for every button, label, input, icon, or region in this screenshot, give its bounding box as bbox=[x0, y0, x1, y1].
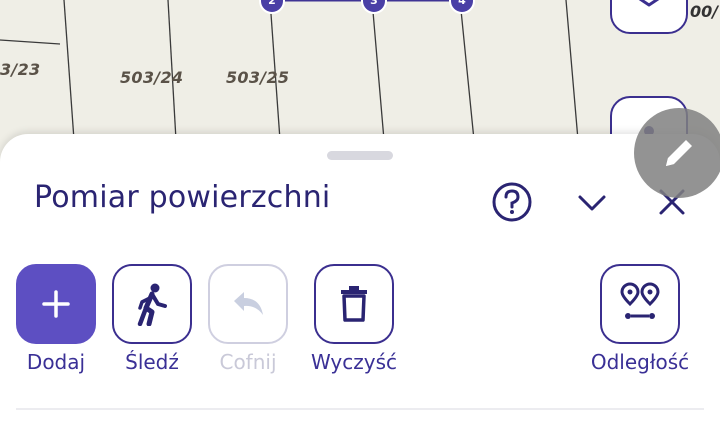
undo-label: Cofnij bbox=[219, 350, 277, 374]
tool-clear[interactable]: Wyczyść bbox=[304, 264, 404, 374]
tool-track[interactable]: Śledź bbox=[102, 264, 202, 374]
clear-button[interactable] bbox=[314, 264, 394, 344]
tool-add[interactable]: Dodaj bbox=[6, 264, 106, 374]
track-label: Śledź bbox=[125, 350, 179, 374]
parcel-label: 3/23 bbox=[0, 60, 41, 79]
parcel-label: 503/25 bbox=[226, 68, 290, 87]
add-label: Dodaj bbox=[26, 350, 86, 374]
route-pins-icon bbox=[620, 282, 660, 319]
parcel-label: 503/24 bbox=[120, 68, 184, 87]
pencil-icon bbox=[666, 140, 692, 166]
collapse-button[interactable] bbox=[568, 178, 616, 226]
layers-icon bbox=[638, 0, 660, 7]
drag-handle[interactable] bbox=[327, 151, 393, 160]
undo-button[interactable] bbox=[208, 264, 288, 344]
trash-icon bbox=[341, 286, 367, 322]
plus-icon bbox=[42, 290, 70, 318]
track-button[interactable] bbox=[112, 264, 192, 344]
tool-distance[interactable]: Odległość bbox=[590, 264, 690, 374]
bottom-sheet: Pomiar powierzchni Dodaj Śledź Cofnij Wy… bbox=[0, 134, 720, 434]
layers-button[interactable] bbox=[610, 0, 688, 34]
help-circle-icon bbox=[492, 182, 532, 222]
clear-label: Wyczyść bbox=[310, 350, 397, 374]
chevron-down-icon bbox=[578, 195, 606, 211]
tool-undo[interactable]: Cofnij bbox=[198, 264, 298, 374]
distance-button[interactable] bbox=[600, 264, 680, 344]
sheet-title: Pomiar powierzchni bbox=[34, 180, 331, 215]
help-button[interactable] bbox=[488, 178, 536, 226]
add-button[interactable] bbox=[16, 264, 96, 344]
walking-icon bbox=[137, 283, 167, 326]
edit-button[interactable] bbox=[634, 108, 720, 198]
distance-label: Odległość bbox=[590, 350, 690, 374]
map-partial-label: 00/ bbox=[690, 2, 719, 21]
divider bbox=[16, 408, 704, 410]
undo-icon bbox=[234, 292, 263, 315]
